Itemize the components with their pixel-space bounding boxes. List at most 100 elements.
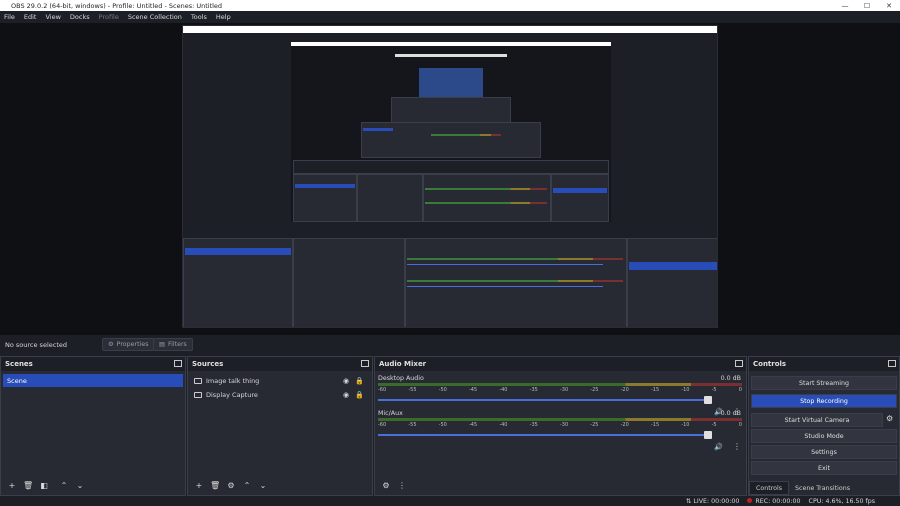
kebab-menu-icon[interactable]: ⋮	[733, 442, 741, 451]
source-item[interactable]: Image talk thing ◉ 🔒	[188, 374, 372, 388]
record-dot-icon	[747, 497, 753, 503]
eye-icon[interactable]: ◉	[342, 391, 350, 399]
undock-icon[interactable]	[361, 360, 369, 367]
down-icon[interactable]: ⌄	[258, 481, 268, 491]
up-icon[interactable]: ⌃	[59, 481, 69, 491]
nested-l1-mixer	[423, 174, 551, 222]
up-icon[interactable]: ⌃	[242, 481, 252, 491]
tick-label: -55	[408, 387, 417, 393]
menu-edit[interactable]: Edit	[24, 13, 37, 21]
tick-label: -35	[529, 387, 538, 393]
menu-scene-collection[interactable]: Scene Collection	[128, 13, 182, 21]
audio-mixer-dock: Audio Mixer Desktop Audio 0.0 dB -60 -55 -5…	[374, 356, 747, 496]
advanced-audio-gear-icon[interactable]: ⚙	[381, 481, 391, 491]
tick-label: -25	[590, 422, 599, 428]
preview-srcbar-image	[183, 226, 717, 238]
preview-mixer-image	[405, 238, 627, 327]
tick-label: 0	[738, 387, 742, 393]
controls-tabs: Controls Scene Transitions	[749, 481, 899, 495]
studio-mode-button[interactable]: Studio Mode	[751, 429, 897, 443]
preview-sources-image	[293, 238, 405, 327]
mixer-title: Audio Mixer	[379, 360, 427, 368]
eye-icon[interactable]: ◉	[342, 377, 350, 385]
channel-name: Desktop Audio	[378, 375, 424, 382]
sources-dock-title: Sources	[188, 357, 372, 371]
menu-file[interactable]: File	[4, 13, 15, 21]
source-item[interactable]: Display Capture ◉ 🔒	[188, 388, 372, 402]
rec-time: REC: 00:00:00	[755, 497, 801, 505]
exit-button[interactable]: Exit	[751, 461, 897, 475]
channel-db: 0.0 dB	[720, 410, 741, 417]
kebab-menu-icon[interactable]: ⋮	[397, 481, 407, 491]
menu-tools[interactable]: Tools	[191, 13, 207, 21]
mixer-dock-title: Audio Mixer	[375, 357, 746, 371]
down-icon[interactable]: ⌄	[75, 481, 85, 491]
menu-help[interactable]: Help	[216, 13, 231, 21]
controls-dock: Controls Start Streaming Stop Recording …	[748, 356, 900, 496]
gear-icon[interactable]: ⚙	[886, 414, 893, 423]
speaker-icon[interactable]: 🔊	[714, 443, 723, 451]
volume-slider[interactable]	[378, 395, 712, 405]
maximize-button[interactable]: ☐	[856, 2, 878, 10]
menu-view[interactable]: View	[45, 13, 60, 21]
menu-bar: File Edit View Docks Profile Scene Colle…	[0, 11, 900, 23]
rec-status: REC: 00:00:00	[747, 497, 801, 505]
filters-label: Filters	[167, 341, 187, 348]
trash-icon[interactable]: 🗑	[210, 481, 220, 491]
scene-item[interactable]: Scene	[3, 374, 183, 387]
filters-button[interactable]: ▤ Filters	[153, 338, 193, 351]
volume-handle[interactable]	[704, 431, 712, 439]
add-icon[interactable]: +	[7, 481, 17, 491]
trash-icon[interactable]: 🗑	[23, 481, 33, 491]
nested-titlebar	[291, 42, 611, 46]
gear-icon[interactable]: ⚙	[226, 481, 236, 491]
gear-icon: ⚙	[108, 341, 114, 348]
volume-slider[interactable]	[378, 430, 712, 440]
tick-label: -35	[529, 422, 538, 428]
undock-icon[interactable]	[888, 360, 896, 367]
program-preview[interactable]	[182, 25, 718, 328]
tab-controls[interactable]: Controls	[749, 481, 790, 495]
lock-icon[interactable]: 🔒	[355, 391, 364, 399]
volume-track	[378, 434, 708, 436]
tab-scene-transitions[interactable]: Scene Transitions	[789, 481, 856, 495]
lock-icon[interactable]: 🔒	[355, 377, 364, 385]
preview-vol1-image	[407, 264, 603, 265]
no-source-label: No source selected	[5, 341, 67, 349]
sources-toolbar: + 🗑 ⚙ ⌃ ⌄	[188, 477, 372, 495]
start-streaming-button[interactable]: Start Streaming	[751, 376, 897, 390]
scenes-title: Scenes	[5, 360, 33, 368]
undock-icon[interactable]	[174, 360, 182, 367]
nested-strip	[395, 54, 507, 57]
preview-meter1-image	[407, 258, 623, 260]
volume-handle[interactable]	[704, 396, 712, 404]
tick-label: -10	[681, 387, 690, 393]
nested-l1-scene-row	[295, 184, 355, 188]
preview-meter2-image	[407, 280, 623, 282]
settings-button[interactable]: Settings	[751, 445, 897, 459]
menu-docks[interactable]: Docks	[70, 13, 90, 21]
tick-label: -55	[408, 422, 417, 428]
undock-icon[interactable]	[735, 360, 743, 367]
tick-label: -60	[378, 387, 387, 393]
stop-recording-button[interactable]: Stop Recording	[751, 394, 897, 408]
controls-dock-title: Controls	[749, 357, 899, 371]
start-virtual-camera-button[interactable]: Start Virtual Camera	[751, 413, 883, 427]
window-title: OBS 29.0.2 (64-bit, windows) - Profile: …	[11, 1, 223, 10]
tick-label: -20	[620, 387, 629, 393]
filter-icon[interactable]: ◧	[39, 481, 49, 491]
preview-menubar-image	[183, 33, 717, 40]
tick-label: -15	[650, 387, 660, 393]
tick-label: -5	[711, 387, 717, 393]
title-bar: OBS 29.0.2 (64-bit, windows) - Profile: …	[0, 0, 900, 11]
properties-button[interactable]: ⚙ Properties	[102, 338, 155, 351]
preview-scene-row-image	[185, 248, 291, 255]
scenes-toolbar: + 🗑 ◧ ⌃ ⌄	[1, 477, 185, 495]
add-icon[interactable]: +	[194, 481, 204, 491]
menu-profile[interactable]: Profile	[99, 13, 119, 21]
nested-l3-panel	[391, 97, 511, 125]
tick-label: -40	[499, 387, 508, 393]
close-button[interactable]: ✕	[878, 2, 900, 10]
tick-label: -15	[650, 422, 660, 428]
minimize-button[interactable]: —	[834, 2, 856, 10]
